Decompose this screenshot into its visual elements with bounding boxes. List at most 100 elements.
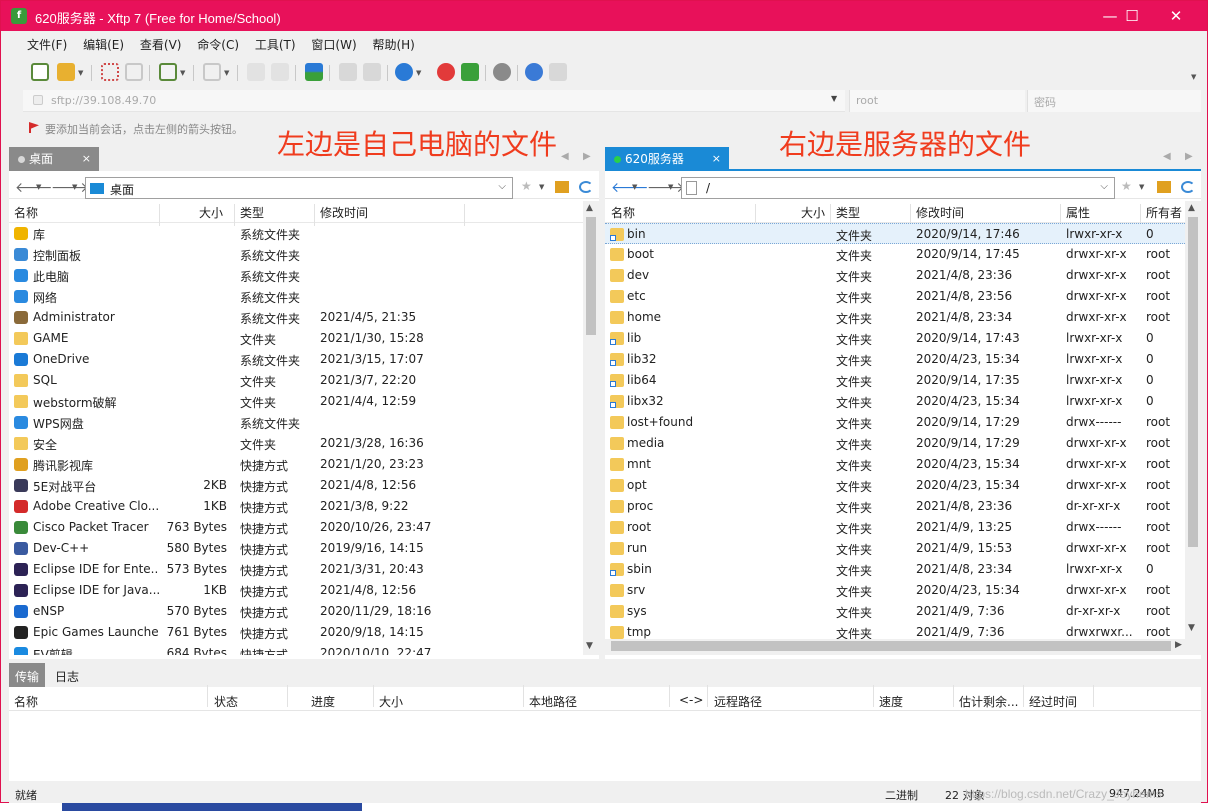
tab-next-icon[interactable]: ▶ (583, 151, 591, 162)
new-tab-icon[interactable] (159, 63, 177, 81)
scroll-down-icon[interactable]: ▼ (1188, 623, 1195, 633)
table-row[interactable]: run 文件夹 2021/4/9, 15:53 drwxr-xr-x root (605, 538, 1185, 559)
maximize-button[interactable]: ☐ (1109, 1, 1155, 31)
scroll-thumb[interactable] (586, 217, 596, 335)
table-row[interactable]: WPS网盘 系统文件夹 (9, 412, 599, 433)
table-row[interactable]: Administrator 系统文件夹 2021/4/5, 21:35 (9, 307, 599, 328)
col-size[interactable]: 大小 (199, 204, 223, 221)
col-local-path[interactable]: 本地路径 (529, 693, 577, 710)
tab-log[interactable]: 日志 (49, 663, 85, 687)
table-row[interactable]: 腾讯影视库 快捷方式 2021/1/20, 23:23 (9, 454, 599, 475)
remote-horizontal-scrollbar[interactable]: ▶ (605, 639, 1201, 655)
menu-edit[interactable]: 编辑(E) (77, 33, 130, 56)
scroll-thumb[interactable] (611, 641, 1171, 651)
table-row[interactable]: media 文件夹 2020/9/14, 17:29 drwxr-xr-x root (605, 433, 1185, 454)
col-elapsed[interactable]: 经过时间 (1029, 693, 1077, 710)
terminal-dropdown-icon[interactable]: ▼ (224, 69, 229, 77)
col-owner[interactable]: 所有者 (1146, 204, 1182, 221)
col-name[interactable]: 名称 (611, 204, 635, 221)
menu-tools[interactable]: 工具(T) (249, 33, 302, 56)
copy-file-icon[interactable] (247, 63, 265, 81)
new-session-icon[interactable] (31, 63, 49, 81)
back-arrow-icon[interactable]: 🡐 (611, 179, 649, 196)
favorite-star-icon[interactable]: ★ (1121, 179, 1135, 193)
table-row[interactable]: lib64 文件夹 2020/9/14, 17:35 lrwxr-xr-x 0 (605, 370, 1185, 391)
col-eta[interactable]: 估计剩余... (959, 693, 1018, 710)
table-row[interactable]: GAME 文件夹 2021/1/30, 15:28 (9, 328, 599, 349)
menu-file[interactable]: 文件(F) (21, 33, 73, 56)
path-dropdown-icon[interactable]: ⌵ (498, 181, 506, 192)
open-dropdown-icon[interactable]: ▼ (78, 69, 83, 77)
tab-prev-icon[interactable]: ◀ (1163, 151, 1171, 162)
xftp-icon[interactable] (461, 63, 479, 81)
remote-path-input[interactable]: / ⌵ (681, 177, 1115, 199)
tab-next-icon[interactable]: ▶ (1185, 151, 1193, 162)
col-type[interactable]: 类型 (240, 204, 264, 221)
disconnect-icon[interactable] (101, 63, 119, 81)
paste-icon[interactable] (363, 63, 381, 81)
table-row[interactable]: EV剪辑 684 Bytes 快捷方式 2020/10/10, 22:47 (9, 643, 599, 655)
table-row[interactable]: mnt 文件夹 2020/4/23, 15:34 drwxr-xr-x root (605, 454, 1185, 475)
table-row[interactable]: proc 文件夹 2021/4/8, 23:36 dr-xr-xr-x root (605, 496, 1185, 517)
col-mtime[interactable]: 修改时间 (916, 204, 964, 221)
tab-transfer[interactable]: 传输 (9, 663, 46, 687)
toolbar-overflow-icon[interactable]: ▼ (1191, 73, 1196, 81)
back-arrow-icon[interactable]: 🡐 (15, 179, 53, 196)
table-row[interactable]: Adobe Creative Clo... 1KB 快捷方式 2021/3/8, 9:… (9, 496, 599, 517)
table-row[interactable]: Cisco Packet Tracer 763 Bytes 快捷方式 2020/10/… (9, 517, 599, 538)
col-remote-path[interactable]: 远程路径 (714, 693, 762, 710)
table-row[interactable]: 网络 系统文件夹 (9, 286, 599, 307)
table-row[interactable]: Eclipse IDE for Ente... 573 Bytes 快捷方式 2021… (9, 559, 599, 580)
col-size[interactable]: 大小 (379, 693, 403, 710)
remote-vertical-scrollbar[interactable]: ▲ ▼ (1185, 201, 1201, 655)
transfer-arrows-icon[interactable] (305, 63, 323, 81)
copy-icon[interactable] (339, 63, 357, 81)
forward-dropdown-icon[interactable]: ▼ (668, 183, 673, 191)
tab-prev-icon[interactable]: ◀ (561, 151, 569, 162)
table-row[interactable]: root 文件夹 2021/4/9, 13:25 drwx------ root (605, 517, 1185, 538)
table-row[interactable]: home 文件夹 2021/4/8, 23:34 drwxr-xr-x root (605, 307, 1185, 328)
open-folder-icon[interactable] (57, 63, 75, 81)
refresh-icon[interactable] (1181, 181, 1195, 193)
table-row[interactable]: bin 文件夹 2020/9/14, 17:46 lrwxr-xr-x 0 (605, 223, 1185, 244)
scroll-up-icon[interactable]: ▲ (1188, 203, 1195, 213)
table-row[interactable]: dev 文件夹 2021/4/8, 23:36 drwxr-xr-x root (605, 265, 1185, 286)
settings-gear-icon[interactable] (493, 63, 511, 81)
close-button[interactable]: ✕ (1153, 1, 1199, 31)
table-row[interactable]: eNSP 570 Bytes 快捷方式 2020/11/29, 18:16 (9, 601, 599, 622)
table-row[interactable]: Dev-C++ 580 Bytes 快捷方式 2019/9/16, 14:15 (9, 538, 599, 559)
paste-file-icon[interactable] (271, 63, 289, 81)
col-type[interactable]: 类型 (836, 204, 860, 221)
home-folder-icon[interactable] (1157, 181, 1171, 193)
table-row[interactable]: Eclipse IDE for Java... 1KB 快捷方式 2021/4/8, … (9, 580, 599, 601)
col-speed[interactable]: 速度 (879, 693, 903, 710)
table-row[interactable]: webstorm破解 文件夹 2021/4/4, 12:59 (9, 391, 599, 412)
local-path-input[interactable]: 桌面 ⌵ (85, 177, 513, 199)
table-row[interactable]: 安全 文件夹 2021/3/28, 16:36 (9, 433, 599, 454)
host-address-input[interactable]: sftp://39.108.49.70 (23, 90, 845, 112)
col-name[interactable]: 名称 (14, 693, 38, 710)
address-dropdown-icon[interactable]: ▼ (831, 94, 837, 103)
table-row[interactable]: opt 文件夹 2020/4/23, 15:34 drwxr-xr-x root (605, 475, 1185, 496)
table-row[interactable]: lib32 文件夹 2020/4/23, 15:34 lrwxr-xr-x 0 (605, 349, 1185, 370)
chat-icon[interactable] (549, 63, 567, 81)
table-row[interactable]: sys 文件夹 2021/4/9, 7:36 dr-xr-xr-x root (605, 601, 1185, 622)
table-row[interactable]: 库 系统文件夹 (9, 223, 599, 244)
menu-command[interactable]: 命令(C) (191, 33, 245, 56)
favorite-dropdown-icon[interactable]: ▼ (539, 183, 544, 191)
terminal-icon[interactable] (203, 63, 221, 81)
transfer-mode[interactable]: 二进制 (885, 787, 918, 803)
table-row[interactable]: 控制面板 系统文件夹 (9, 244, 599, 265)
password-field[interactable]: 密码 (1027, 90, 1201, 112)
bookmark-flag-icon[interactable] (29, 122, 39, 133)
col-name[interactable]: 名称 (14, 204, 38, 221)
forward-dropdown-icon[interactable]: ▼ (72, 183, 77, 191)
favorite-dropdown-icon[interactable]: ▼ (1139, 183, 1144, 191)
col-status[interactable]: 状态 (214, 693, 238, 710)
scroll-thumb[interactable] (1188, 217, 1198, 547)
home-folder-icon[interactable] (555, 181, 569, 193)
scroll-up-icon[interactable]: ▲ (586, 203, 593, 213)
tab-server[interactable]: 620服务器 × (605, 147, 729, 171)
close-tab-icon[interactable]: × (712, 147, 721, 171)
local-vertical-scrollbar[interactable]: ▲ ▼ (583, 201, 599, 655)
